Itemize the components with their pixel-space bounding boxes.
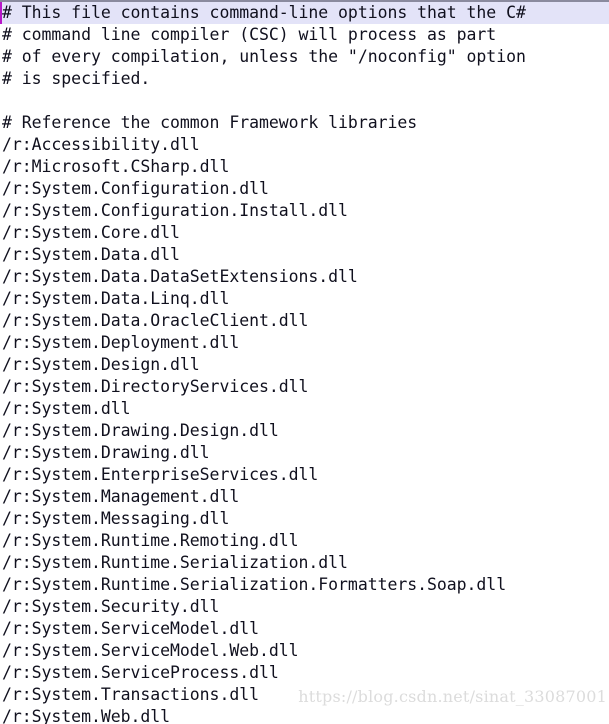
code-line-text: /r:Accessibility.dll	[2, 135, 200, 154]
code-line[interactable]: /r:System.dll	[0, 398, 609, 420]
code-line-text: /r:System.Security.dll	[2, 597, 220, 616]
code-line-text: /r:System.Design.dll	[2, 355, 200, 374]
code-line[interactable]: /r:System.Data.dll	[0, 244, 609, 266]
code-line[interactable]	[0, 90, 609, 112]
code-line[interactable]: /r:System.Data.DataSetExtensions.dll	[0, 266, 609, 288]
code-line-text: /r:System.Data.Linq.dll	[2, 289, 230, 308]
code-line-text: /r:System.DirectoryServices.dll	[2, 377, 309, 396]
code-line[interactable]: /r:System.Design.dll	[0, 354, 609, 376]
code-line-text: /r:System.Management.dll	[2, 487, 240, 506]
code-line[interactable]: /r:Microsoft.CSharp.dll	[0, 156, 609, 178]
code-line[interactable]: # This file contains command-line option…	[0, 2, 609, 24]
code-line-text: /r:System.Runtime.Serialization.dll	[2, 553, 348, 572]
code-line[interactable]: /r:System.DirectoryServices.dll	[0, 376, 609, 398]
code-line[interactable]: # command line compiler (CSC) will proce…	[0, 24, 609, 46]
code-line[interactable]: /r:System.ServiceProcess.dll	[0, 662, 609, 684]
text-cursor	[0, 2, 2, 24]
code-line-text: /r:System.Configuration.dll	[2, 179, 269, 198]
code-line-text: /r:System.Core.dll	[2, 223, 180, 242]
code-line[interactable]: /r:System.Drawing.Design.dll	[0, 420, 609, 442]
code-line-text: /r:System.ServiceProcess.dll	[2, 663, 279, 682]
code-line-text: /r:System.Deployment.dll	[2, 333, 240, 352]
code-line-text: /r:Microsoft.CSharp.dll	[2, 157, 230, 176]
code-line[interactable]: /r:System.Runtime.Serialization.dll	[0, 552, 609, 574]
code-line[interactable]: /r:System.ServiceModel.dll	[0, 618, 609, 640]
code-line[interactable]: /r:System.Data.OracleClient.dll	[0, 310, 609, 332]
code-line[interactable]: /r:System.Runtime.Serialization.Formatte…	[0, 574, 609, 596]
code-text-area[interactable]: # This file contains command-line option…	[0, 2, 609, 724]
code-line[interactable]: /r:System.ServiceModel.Web.dll	[0, 640, 609, 662]
code-line[interactable]: /r:System.Configuration.Install.dll	[0, 200, 609, 222]
code-editor[interactable]: # This file contains command-line option…	[0, 0, 609, 724]
code-line[interactable]: /r:System.Transactions.dll	[0, 684, 609, 706]
code-line[interactable]: /r:Accessibility.dll	[0, 134, 609, 156]
code-line[interactable]: /r:System.Security.dll	[0, 596, 609, 618]
code-line-text: # command line compiler (CSC) will proce…	[2, 25, 497, 44]
code-line-text: /r:System.ServiceModel.Web.dll	[2, 641, 299, 660]
code-line-text: # of every compilation, unless the "/noc…	[2, 47, 526, 66]
code-line[interactable]: # is specified.	[0, 68, 609, 90]
code-line-text: /r:System.EnterpriseServices.dll	[2, 465, 319, 484]
code-line[interactable]: /r:System.Configuration.dll	[0, 178, 609, 200]
code-line-text: /r:System.Data.OracleClient.dll	[2, 311, 309, 330]
code-line-text: /r:System.Web.dll	[2, 707, 171, 724]
code-line-text: /r:System.Messaging.dll	[2, 509, 230, 528]
code-line[interactable]: /r:System.Web.dll	[0, 706, 609, 724]
code-line-text: /r:System.Data.DataSetExtensions.dll	[2, 267, 358, 286]
code-line[interactable]: /r:System.Management.dll	[0, 486, 609, 508]
code-line[interactable]: /r:System.EnterpriseServices.dll	[0, 464, 609, 486]
code-line-text: # Reference the common Framework librari…	[2, 113, 418, 132]
code-line[interactable]: # Reference the common Framework librari…	[0, 112, 609, 134]
code-line[interactable]: # of every compilation, unless the "/noc…	[0, 46, 609, 68]
code-line[interactable]: /r:System.Runtime.Remoting.dll	[0, 530, 609, 552]
code-line-text: /r:System.Runtime.Serialization.Formatte…	[2, 575, 507, 594]
code-line[interactable]: /r:System.Deployment.dll	[0, 332, 609, 354]
code-line-text: /r:System.Configuration.Install.dll	[2, 201, 348, 220]
code-line-text: /r:System.Drawing.Design.dll	[2, 421, 279, 440]
code-line[interactable]: /r:System.Messaging.dll	[0, 508, 609, 530]
code-line-text: /r:System.Transactions.dll	[2, 685, 259, 704]
code-line-text: /r:System.Runtime.Remoting.dll	[2, 531, 299, 550]
code-line-text: /r:System.dll	[2, 399, 131, 418]
code-line-text: # This file contains command-line option…	[2, 3, 526, 22]
code-line[interactable]: /r:System.Core.dll	[0, 222, 609, 244]
code-line-text: /r:System.ServiceModel.dll	[2, 619, 259, 638]
code-line-text: /r:System.Data.dll	[2, 245, 180, 264]
code-line[interactable]: /r:System.Drawing.dll	[0, 442, 609, 464]
code-line-text: /r:System.Drawing.dll	[2, 443, 210, 462]
code-line[interactable]: /r:System.Data.Linq.dll	[0, 288, 609, 310]
code-line-text: # is specified.	[2, 69, 151, 88]
